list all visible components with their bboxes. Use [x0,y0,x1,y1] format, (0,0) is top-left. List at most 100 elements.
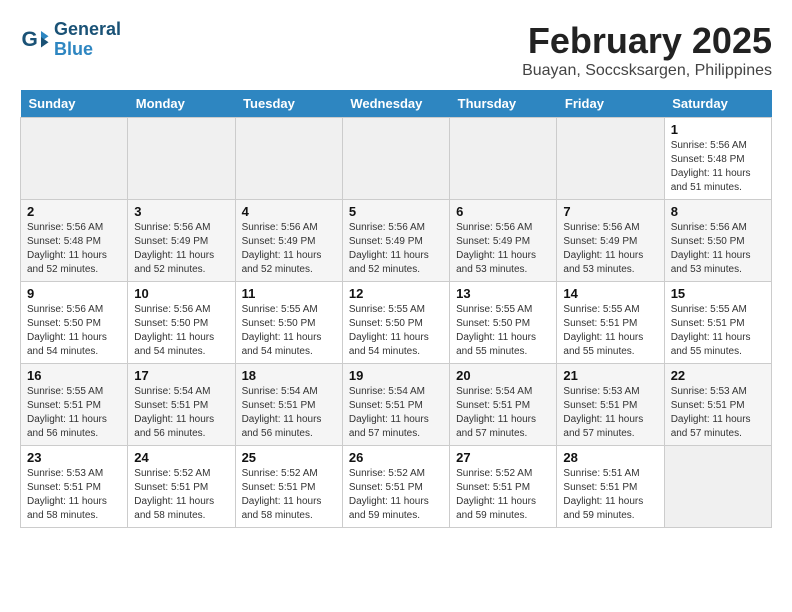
day-info: Sunrise: 5:54 AM Sunset: 5:51 PM Dayligh… [134,385,228,441]
day-info: Sunrise: 5:51 AM Sunset: 5:51 PM Dayligh… [563,467,657,523]
day-info: Sunrise: 5:53 AM Sunset: 5:51 PM Dayligh… [27,467,121,523]
day-number: 3 [134,204,228,219]
day-number: 20 [456,368,550,383]
day-info: Sunrise: 5:56 AM Sunset: 5:50 PM Dayligh… [134,303,228,359]
day-number: 9 [27,286,121,301]
day-cell: 15 Sunrise: 5:55 AM Sunset: 5:51 PM Dayli… [664,282,771,364]
day-number: 22 [671,368,765,383]
day-info: Sunrise: 5:56 AM Sunset: 5:48 PM Dayligh… [671,139,765,195]
day-number: 10 [134,286,228,301]
day-number: 26 [349,450,443,465]
day-number: 4 [242,204,336,219]
week-row-2: 2 Sunrise: 5:56 AM Sunset: 5:48 PM Daylig… [21,200,772,282]
day-info: Sunrise: 5:54 AM Sunset: 5:51 PM Dayligh… [242,385,336,441]
day-cell: 22 Sunrise: 5:53 AM Sunset: 5:51 PM Dayli… [664,364,771,446]
day-info: Sunrise: 5:55 AM Sunset: 5:50 PM Dayligh… [242,303,336,359]
column-header-wednesday: Wednesday [342,90,449,118]
day-info: Sunrise: 5:55 AM Sunset: 5:51 PM Dayligh… [563,303,657,359]
calendar-subtitle: Buayan, Soccsksargen, Philippines [522,62,772,80]
day-info: Sunrise: 5:52 AM Sunset: 5:51 PM Dayligh… [134,467,228,523]
day-info: Sunrise: 5:52 AM Sunset: 5:51 PM Dayligh… [456,467,550,523]
page-header: G General Blue February 2025 Buayan, Soc… [20,20,772,80]
day-info: Sunrise: 5:56 AM Sunset: 5:49 PM Dayligh… [563,221,657,277]
day-info: Sunrise: 5:56 AM Sunset: 5:50 PM Dayligh… [27,303,121,359]
day-number: 16 [27,368,121,383]
day-cell: 1Sunrise: 5:56 AM Sunset: 5:48 PM Daylig… [664,118,771,200]
day-info: Sunrise: 5:56 AM Sunset: 5:49 PM Dayligh… [456,221,550,277]
day-cell: 25 Sunrise: 5:52 AM Sunset: 5:51 PM Dayli… [235,446,342,528]
logo-text-general: General [54,20,121,40]
day-cell: 26 Sunrise: 5:52 AM Sunset: 5:51 PM Dayli… [342,446,449,528]
day-cell: 7 Sunrise: 5:56 AM Sunset: 5:49 PM Daylig… [557,200,664,282]
day-number: 7 [563,204,657,219]
day-number: 6 [456,204,550,219]
day-info: Sunrise: 5:56 AM Sunset: 5:48 PM Dayligh… [27,221,121,277]
column-header-friday: Friday [557,90,664,118]
day-info: Sunrise: 5:55 AM Sunset: 5:51 PM Dayligh… [671,303,765,359]
day-cell [664,446,771,528]
column-header-tuesday: Tuesday [235,90,342,118]
day-number: 25 [242,450,336,465]
day-info: Sunrise: 5:52 AM Sunset: 5:51 PM Dayligh… [242,467,336,523]
day-cell: 12 Sunrise: 5:55 AM Sunset: 5:50 PM Dayli… [342,282,449,364]
calendar-title: February 2025 [522,20,772,62]
day-number: 11 [242,286,336,301]
day-number: 18 [242,368,336,383]
calendar-table: SundayMondayTuesdayWednesdayThursdayFrid… [20,90,772,528]
column-header-saturday: Saturday [664,90,771,118]
column-header-monday: Monday [128,90,235,118]
day-cell: 10 Sunrise: 5:56 AM Sunset: 5:50 PM Dayli… [128,282,235,364]
day-info: Sunrise: 5:55 AM Sunset: 5:50 PM Dayligh… [456,303,550,359]
day-cell: 20 Sunrise: 5:54 AM Sunset: 5:51 PM Dayli… [450,364,557,446]
logo-icon: G [20,25,50,55]
day-info: Sunrise: 5:56 AM Sunset: 5:49 PM Dayligh… [242,221,336,277]
day-info: Sunrise: 5:53 AM Sunset: 5:51 PM Dayligh… [671,385,765,441]
day-number: 19 [349,368,443,383]
day-cell: 28Sunrise: 5:51 AM Sunset: 5:51 PM Dayli… [557,446,664,528]
day-cell [128,118,235,200]
day-cell: 8 Sunrise: 5:56 AM Sunset: 5:50 PM Daylig… [664,200,771,282]
day-number: 2 [27,204,121,219]
day-cell: 2 Sunrise: 5:56 AM Sunset: 5:48 PM Daylig… [21,200,128,282]
logo-text-blue: Blue [54,40,121,60]
header-row: SundayMondayTuesdayWednesdayThursdayFrid… [21,90,772,118]
day-cell: 18 Sunrise: 5:54 AM Sunset: 5:51 PM Dayli… [235,364,342,446]
day-cell: 5 Sunrise: 5:56 AM Sunset: 5:49 PM Daylig… [342,200,449,282]
day-cell: 27Sunrise: 5:52 AM Sunset: 5:51 PM Dayli… [450,446,557,528]
logo: G General Blue [20,20,121,60]
day-number: 8 [671,204,765,219]
day-number: 17 [134,368,228,383]
svg-text:G: G [22,28,38,51]
day-info: Sunrise: 5:56 AM Sunset: 5:50 PM Dayligh… [671,221,765,277]
day-cell: 17 Sunrise: 5:54 AM Sunset: 5:51 PM Dayli… [128,364,235,446]
day-info: Sunrise: 5:56 AM Sunset: 5:49 PM Dayligh… [134,221,228,277]
day-cell: 21 Sunrise: 5:53 AM Sunset: 5:51 PM Dayli… [557,364,664,446]
day-number: 21 [563,368,657,383]
day-cell [21,118,128,200]
day-number: 12 [349,286,443,301]
day-number: 23 [27,450,121,465]
day-info: Sunrise: 5:52 AM Sunset: 5:51 PM Dayligh… [349,467,443,523]
day-cell: 13Sunrise: 5:55 AM Sunset: 5:50 PM Dayli… [450,282,557,364]
title-section: February 2025 Buayan, Soccsksargen, Phil… [522,20,772,80]
day-number: 15 [671,286,765,301]
day-cell: 9 Sunrise: 5:56 AM Sunset: 5:50 PM Daylig… [21,282,128,364]
day-cell: 11 Sunrise: 5:55 AM Sunset: 5:50 PM Dayli… [235,282,342,364]
day-info: Sunrise: 5:56 AM Sunset: 5:49 PM Dayligh… [349,221,443,277]
week-row-1: 1Sunrise: 5:56 AM Sunset: 5:48 PM Daylig… [21,118,772,200]
day-cell: 19Sunrise: 5:54 AM Sunset: 5:51 PM Dayli… [342,364,449,446]
day-info: Sunrise: 5:55 AM Sunset: 5:50 PM Dayligh… [349,303,443,359]
day-cell: 4 Sunrise: 5:56 AM Sunset: 5:49 PM Daylig… [235,200,342,282]
week-row-3: 9 Sunrise: 5:56 AM Sunset: 5:50 PM Daylig… [21,282,772,364]
day-info: Sunrise: 5:55 AM Sunset: 5:51 PM Dayligh… [27,385,121,441]
day-number: 5 [349,204,443,219]
day-info: Sunrise: 5:53 AM Sunset: 5:51 PM Dayligh… [563,385,657,441]
day-cell: 3 Sunrise: 5:56 AM Sunset: 5:49 PM Daylig… [128,200,235,282]
column-header-sunday: Sunday [21,90,128,118]
day-cell [450,118,557,200]
day-number: 24 [134,450,228,465]
day-cell: 6 Sunrise: 5:56 AM Sunset: 5:49 PM Daylig… [450,200,557,282]
week-row-4: 16 Sunrise: 5:55 AM Sunset: 5:51 PM Dayli… [21,364,772,446]
day-info: Sunrise: 5:54 AM Sunset: 5:51 PM Dayligh… [456,385,550,441]
column-header-thursday: Thursday [450,90,557,118]
